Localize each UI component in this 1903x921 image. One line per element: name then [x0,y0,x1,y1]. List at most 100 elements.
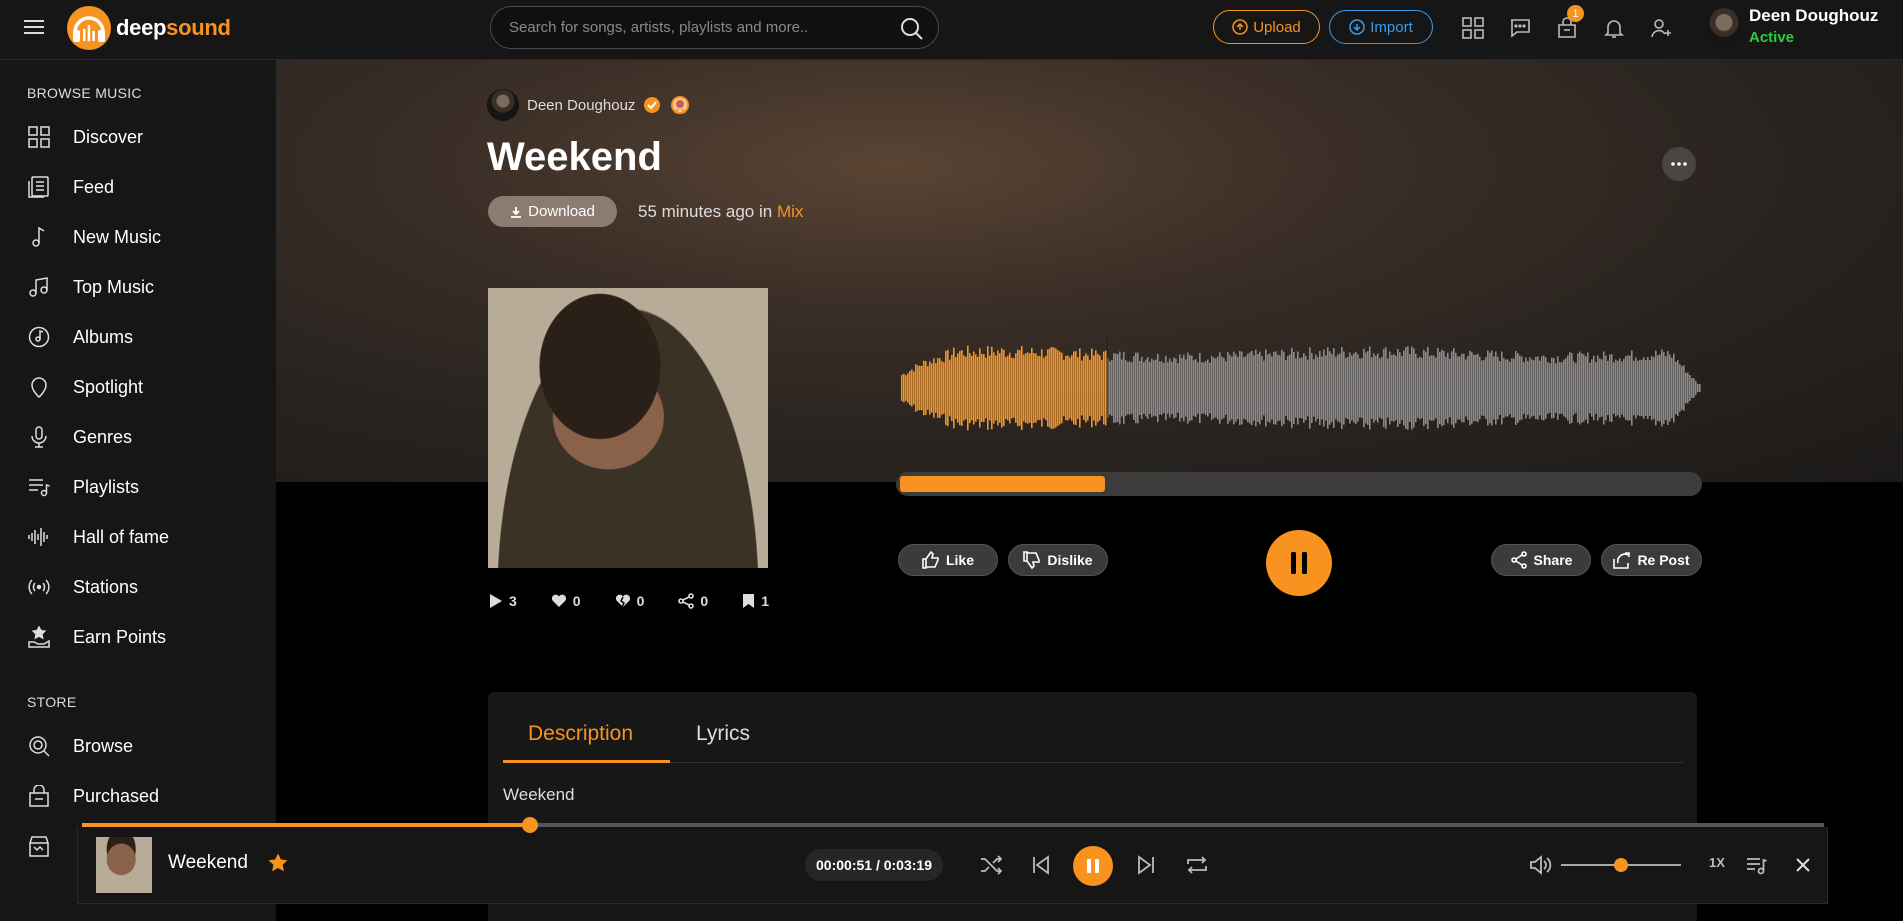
radio-icon [27,575,51,599]
track-progress-bar[interactable] [896,472,1702,496]
artist-name[interactable]: Deen Doughouz [527,97,635,114]
track-meta: 55 minutes ago in Mix [638,202,803,222]
more-options-button[interactable] [1662,147,1696,181]
sidebar-item-label: Top Music [73,276,155,297]
player-track-title[interactable]: Weekend [168,852,248,874]
sidebar-item-purchased[interactable]: Purchased [0,776,276,816]
tab-lyrics[interactable]: Lyrics [696,722,750,746]
category-link[interactable]: Mix [777,202,803,221]
like-button[interactable]: Like [898,544,998,576]
pause-icon [1291,552,1307,574]
dislikes-count: 0 [636,593,645,609]
shares-count: 0 [700,593,709,609]
previous-track-icon[interactable] [1028,852,1054,878]
store-front-icon [27,834,51,858]
bell-icon[interactable] [1601,15,1627,41]
sidebar-item-new-music[interactable]: New Music [0,217,276,257]
waveform[interactable] [901,328,1701,448]
sidebar-item-label: New Music [73,226,162,247]
sidebar-item-label: Discover [73,126,144,147]
share-button[interactable]: Share [1491,544,1591,576]
download-button[interactable]: Download [488,196,617,227]
sidebar-item-discover[interactable]: Discover [0,117,276,157]
artist-row[interactable]: Deen Doughouz [487,89,691,121]
share-label: Share [1533,552,1573,568]
sidebar-item-browse[interactable]: Browse [0,726,276,766]
messages-icon[interactable] [1507,15,1533,41]
track-stats: 3 0 0 0 1 [489,593,803,609]
album-icon [27,325,51,349]
sidebar-item-label: Albums [73,326,134,347]
search-input[interactable] [509,7,889,48]
grid-icon[interactable] [1460,15,1486,41]
track-title: Weekend [487,135,662,179]
sidebar-item-label: Genres [73,426,133,447]
repeat-icon[interactable] [1184,852,1210,878]
volume-icon[interactable] [1527,852,1553,878]
logo[interactable]: deepsound [66,5,231,51]
thumbs-down-icon [1023,551,1041,569]
sidebar-item-albums[interactable]: Albums [0,317,276,357]
dislikes-stat: 0 [615,593,645,609]
verified-badge-icon [644,97,661,113]
spotlight-icon [27,375,51,399]
volume-handle[interactable] [1614,858,1628,872]
upload-button[interactable]: Upload [1213,10,1320,44]
bottom-player: Weekend 00:00:51 / 0:03:19 1X [77,827,1828,904]
sidebar-item-top-music[interactable]: Top Music [0,267,276,307]
track-progress-fill [900,476,1106,492]
import-button[interactable]: Import [1329,10,1433,44]
grid-icon [27,125,51,149]
sidebar-item-hall-of-fame[interactable]: Hall of fame [0,517,276,557]
star-icon[interactable] [267,852,289,874]
feed-icon [27,175,51,199]
dislike-button[interactable]: Dislike [1008,544,1108,576]
hamburger-menu-icon[interactable] [24,18,44,36]
plays-count: 3 [509,593,517,609]
sidebar-item-spotlight[interactable]: Spotlight [0,367,276,407]
plays-stat: 3 [489,593,517,609]
sidebar-item-stations[interactable]: Stations [0,567,276,607]
thumbs-up-icon [922,551,939,569]
player-pause-button[interactable] [1073,846,1113,886]
user-name[interactable]: Deen Doughouz [1749,6,1878,26]
browse-icon [27,734,51,758]
volume-slider[interactable] [1561,858,1681,872]
tab-description[interactable]: Description [528,722,633,746]
logo-text-part1: deep [116,15,167,40]
sidebar-item-earn-points[interactable]: Earn Points [0,617,276,657]
user-avatar[interactable] [1705,8,1743,46]
player-seek-handle[interactable] [521,817,538,833]
logo-headphones-icon [67,6,111,50]
pause-button[interactable] [1266,530,1332,596]
queue-icon[interactable] [1744,852,1770,878]
waveform-icon [27,525,51,549]
import-label: Import [1370,18,1413,36]
playback-speed[interactable]: 1X [1709,855,1725,870]
repost-button[interactable]: Re Post [1601,544,1702,576]
search-icon[interactable] [900,17,924,41]
sidebar-item-label: Browse [73,735,134,756]
heart-icon [551,594,566,607]
sidebar-item-label: Hall of fame [73,526,170,547]
like-label: Like [945,552,974,568]
sidebar-item-genres[interactable]: Genres [0,417,276,457]
player-thumbnail[interactable] [96,837,152,893]
store-heading: STORE [27,694,77,710]
user-status: Active [1749,29,1795,46]
close-player-icon[interactable] [1790,852,1816,878]
sidebar-item-playlists[interactable]: Playlists [0,467,276,507]
player-seek-fill [82,823,530,827]
dislike-label: Dislike [1047,552,1093,568]
earn-points-icon [27,625,51,649]
player-seek-bar[interactable] [82,817,1824,833]
sidebar-item-feed[interactable]: Feed [0,167,276,207]
music-notes-icon [27,275,51,299]
next-track-icon[interactable] [1133,852,1159,878]
saves-count: 1 [761,593,769,609]
download-icon [511,206,522,218]
artist-avatar[interactable] [487,89,519,121]
add-user-icon[interactable] [1648,15,1674,41]
track-cover-image [488,288,768,568]
shuffle-icon[interactable] [978,852,1004,878]
